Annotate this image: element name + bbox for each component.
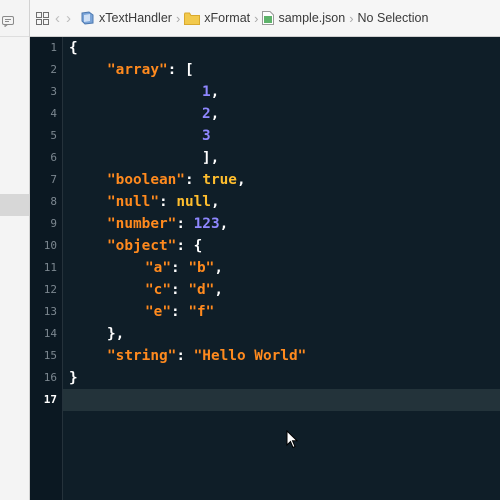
brace: { [69,40,78,56]
code-line: 1, [63,81,500,103]
code-line: "null": null, [63,191,500,213]
punctuation: , [236,172,246,188]
breadcrumb-project[interactable]: xTextHandler [99,11,172,25]
punctuation: , [210,194,220,210]
json-key: "object" [107,238,177,254]
navigator-strip [0,0,30,500]
json-key: "c" [145,282,171,298]
punctuation: }, [107,326,125,342]
punctuation: , [214,260,223,276]
json-key: "a" [145,260,171,276]
json-key: "null" [107,194,159,210]
json-number: 123 [193,216,220,232]
punctuation: : [171,260,189,276]
code-editor[interactable]: { "array": [ 1, 2, 3 ], "boolean": true,… [63,37,500,500]
code-line: "boolean": true, [63,169,500,191]
line-number: 9 [50,217,57,230]
current-line-highlight [63,389,500,411]
forward-button[interactable]: › [66,10,71,27]
line-number: 3 [50,85,57,98]
comment-icon[interactable] [2,12,14,31]
brace: } [69,370,78,386]
punctuation: , [210,84,220,100]
json-key: "boolean" [107,172,185,188]
mouse-pointer-icon [286,429,300,454]
breadcrumb-separator: › [175,10,181,26]
punctuation: : [176,348,194,364]
punctuation: : [184,172,203,188]
punctuation: , [210,106,220,122]
code-line: } [63,367,500,389]
punctuation: : { [176,238,203,254]
line-number: 10 [43,239,57,252]
line-number: 8 [50,195,57,208]
breadcrumb-separator: › [349,10,354,26]
json-key: "number" [107,216,177,232]
json-number: 1 [202,84,211,100]
line-number: 16 [43,371,57,384]
punctuation: ], [202,150,220,166]
code-line: 3 [63,125,500,147]
json-string: "d" [188,282,215,298]
line-number: 7 [50,173,57,186]
code-line: "e": "f" [63,301,500,323]
code-line: "string": "Hello World" [63,345,500,367]
divider [0,36,29,37]
json-number: 3 [202,128,211,144]
line-number: 13 [43,305,57,318]
json-string: "b" [188,260,215,276]
breadcrumb-folder[interactable]: xFormat [204,11,250,25]
punctuation: : [171,282,189,298]
breadcrumb-file[interactable]: sample.json [278,11,345,25]
line-number-active: 17 [43,393,57,406]
breadcrumb-separator: › [254,10,259,26]
line-number: 2 [50,63,57,76]
line-number: 1 [50,41,57,54]
line-number: 12 [43,283,57,296]
folder-icon [184,12,201,25]
code-line: { [63,37,500,59]
code-line: }, [63,323,500,345]
project-icon [81,11,95,25]
json-file-icon [262,11,275,25]
punctuation: , [219,216,229,232]
json-key: "array" [107,62,168,78]
code-line: 2, [63,103,500,125]
breadcrumb-selection[interactable]: No Selection [358,11,429,25]
line-number: 14 [43,327,57,340]
json-key: "string" [107,348,177,364]
punctuation: : [ [167,62,194,78]
line-number: 4 [50,107,57,120]
line-number: 5 [50,129,57,142]
code-line: "a": "b", [63,257,500,279]
line-number: 6 [50,151,57,164]
json-boolean: true [202,172,237,188]
code-line: "c": "d", [63,279,500,301]
json-string: "f" [188,304,215,320]
json-string: "Hello World" [193,348,307,364]
code-line: "array": [ [63,59,500,81]
code-line: "object": { [63,235,500,257]
json-key: "e" [145,304,171,320]
selected-navigator-row[interactable] [0,194,29,216]
jump-bar: ‹ › xTextHandler › xFormat › sample.json… [30,0,500,37]
code-line: "number": 123, [63,213,500,235]
line-number: 15 [43,349,57,362]
json-number: 2 [202,106,211,122]
punctuation: : [158,194,177,210]
back-button[interactable]: ‹ [55,10,60,27]
line-number-gutter: 1 2 3 4 5 6 7 8 9 10 11 12 13 14 15 16 1… [30,37,63,500]
punctuation: : [171,304,189,320]
punctuation: , [214,282,223,298]
grid-icon[interactable] [36,11,49,25]
code-line: ], [63,147,500,169]
line-number: 11 [43,261,57,274]
punctuation: : [176,216,194,232]
json-null: null [176,194,211,210]
